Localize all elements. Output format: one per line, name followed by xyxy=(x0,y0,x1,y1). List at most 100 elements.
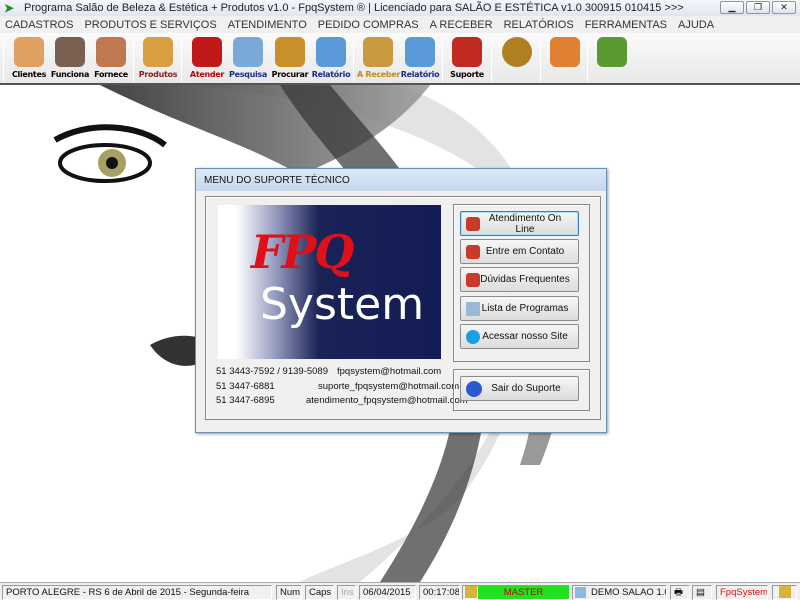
button-label: Lista de Programas xyxy=(481,303,569,314)
report-icon xyxy=(405,37,435,67)
atendimento-online-button[interactable]: Atendimento On Line xyxy=(460,211,579,236)
toolbar-button-pesquisa[interactable]: Pesquisa xyxy=(227,35,269,83)
toolbar-label: Atender xyxy=(189,70,225,79)
toolbar-button-suporte[interactable]: Suporte xyxy=(446,35,488,83)
toolbar-separator xyxy=(353,36,354,82)
toolbar-button-a-receber[interactable]: A Receber xyxy=(357,35,401,83)
printer-icon[interactable]: 🖶 xyxy=(670,585,690,600)
toolbar-button-coin[interactable] xyxy=(496,35,538,83)
support-agent-icon xyxy=(466,272,480,287)
status-database: DEMO SALAO 1.0 xyxy=(591,587,667,598)
contact-email-3: atendimento_fpqsystem@hotmail.com xyxy=(306,395,468,406)
duvidas-frequentes-button[interactable]: Dúvidas Frequentes xyxy=(460,267,579,292)
window-title: Programa Salão de Beleza & Estética + Pr… xyxy=(24,2,684,14)
toolbar-button-fornece[interactable]: Fornece xyxy=(90,35,132,83)
toolbar-label: Fornece xyxy=(94,70,128,79)
exit-door-icon xyxy=(597,37,627,67)
menu-bar: CADASTROS PRODUTOS E SERVIÇOS ATENDIMENT… xyxy=(0,16,800,33)
toolbar-label: Procurar xyxy=(271,70,309,79)
toolbar-separator xyxy=(491,36,492,82)
menu-relatorios[interactable]: RELATÓRIOS xyxy=(504,19,574,31)
toolbar-label: Produtos xyxy=(138,70,178,79)
support-agent-icon xyxy=(466,244,480,259)
toolbar-button-produtos[interactable]: Produtos xyxy=(137,35,179,83)
money-icon xyxy=(363,37,393,67)
contact-phone-1: 51 3443-7592 / 9139-5089 xyxy=(216,366,328,377)
toolbar-button-atender[interactable]: Atender xyxy=(186,35,228,83)
menu-ajuda[interactable]: AJUDA xyxy=(678,19,714,31)
entre-em-contato-button[interactable]: Entre em Contato xyxy=(460,239,579,264)
status-user-panel: MASTER xyxy=(462,585,570,600)
status-brand: FpqSystem xyxy=(716,585,768,600)
maximize-button[interactable]: ❐ xyxy=(746,1,770,14)
contact-email-2: suporte_fpqsystem@hotmail.com xyxy=(318,381,460,392)
status-ins: Ins xyxy=(337,585,356,600)
contact-phone-2: 51 3447-6881 xyxy=(216,381,275,392)
button-label: Acessar nosso Site xyxy=(482,331,568,342)
dialog-title: MENU DO SUPORTE TÉCNICO xyxy=(196,169,606,191)
program-list-icon xyxy=(466,301,480,316)
menu-a-receber[interactable]: A RECEBER xyxy=(430,19,493,31)
attend-icon xyxy=(192,37,222,67)
status-location-date: PORTO ALEGRE - RS 6 de Abril de 2015 - S… xyxy=(2,585,272,600)
toolbar-separator xyxy=(540,36,541,82)
toolbar-button-clientes[interactable]: Clientes xyxy=(8,35,50,83)
boxes-icon xyxy=(143,37,173,67)
support-menu-dialog: MENU DO SUPORTE TÉCNICO FPQ System 51 34… xyxy=(195,168,607,433)
support-agent-icon xyxy=(466,216,480,231)
fpq-system-logo: FPQ System xyxy=(218,205,441,359)
menu-pedido-compras[interactable]: PEDIDO COMPRAS xyxy=(318,19,419,31)
menu-produtos-servicos[interactable]: PRODUTOS E SERVIÇOS xyxy=(84,19,216,31)
network-icon[interactable]: ▤ xyxy=(692,585,712,600)
menu-ferramentas[interactable]: FERRAMENTAS xyxy=(585,19,667,31)
toolbar-label: Funciona xyxy=(50,70,90,79)
status-database-panel: DEMO SALAO 1.0 xyxy=(572,585,667,600)
button-label: Sair do Suporte xyxy=(491,383,561,394)
toolbar-button-calculator[interactable] xyxy=(544,35,586,83)
toolbar-label: Pesquisa xyxy=(229,70,267,79)
toolbar-label: Suporte xyxy=(450,70,484,79)
clients-icon xyxy=(14,37,44,67)
sair-do-suporte-button[interactable]: Sair do Suporte xyxy=(460,376,579,401)
contact-phone-3: 51 3447-6895 xyxy=(216,395,275,406)
report-icon xyxy=(316,37,346,67)
toolbar-button-procurar[interactable]: Procurar xyxy=(269,35,311,83)
button-label: Entre em Contato xyxy=(485,246,565,257)
status-date: 06/04/2015 xyxy=(359,585,416,600)
status-time: 00:17:08 xyxy=(419,585,460,600)
arrow-right-circle-icon xyxy=(466,380,482,397)
drawer-icon xyxy=(275,37,305,67)
toolbar-button-relat-rio[interactable]: Relatório xyxy=(310,35,352,83)
toolbar-label: A Receber xyxy=(357,70,401,79)
menu-cadastros[interactable]: CADASTROS xyxy=(5,19,73,31)
button-label: Atendimento On Line xyxy=(488,212,562,235)
database-icon xyxy=(575,586,586,598)
logo-system-text: System xyxy=(260,279,425,330)
button-label: Dúvidas Frequentes xyxy=(480,274,570,285)
search-icon xyxy=(233,37,263,67)
user-icon xyxy=(465,586,477,598)
toolbar-button-exit-door[interactable] xyxy=(591,35,633,83)
toolbar-separator xyxy=(3,36,4,82)
calculator-icon xyxy=(550,37,580,67)
toolbar-button-relat-rio[interactable]: Relatório xyxy=(399,35,441,83)
toolbar-separator xyxy=(133,36,134,82)
toolbar: Clientes Funciona Fornece Produtos Atender Pe… xyxy=(0,33,800,85)
toolbar-separator xyxy=(587,36,588,82)
logo-fpq-text: FPQ xyxy=(251,225,354,279)
toolbar-separator xyxy=(181,36,182,82)
close-button[interactable]: ✕ xyxy=(772,1,796,14)
toolbar-separator xyxy=(442,36,443,82)
menu-atendimento[interactable]: ATENDIMENTO xyxy=(228,19,307,31)
user-key-icon[interactable] xyxy=(772,585,797,600)
acessar-site-button[interactable]: Acessar nosso Site xyxy=(460,324,579,349)
status-bar: PORTO ALEGRE - RS 6 de Abril de 2015 - S… xyxy=(0,582,800,600)
lista-de-programas-button[interactable]: Lista de Programas xyxy=(460,296,579,321)
toolbar-label: Clientes xyxy=(11,70,47,79)
employees-icon xyxy=(55,37,85,67)
minimize-button[interactable]: ▁ xyxy=(720,1,744,14)
toolbar-button-funciona[interactable]: Funciona xyxy=(49,35,91,83)
app-icon: ➤ xyxy=(4,1,15,15)
arrow-up-circle-icon xyxy=(466,329,480,344)
status-user: MASTER xyxy=(478,586,569,599)
